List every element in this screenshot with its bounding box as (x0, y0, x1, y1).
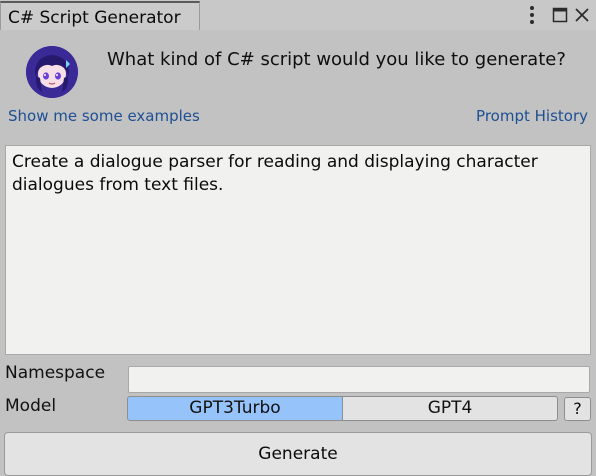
model-help-button[interactable]: ? (564, 397, 591, 421)
show-examples-link[interactable]: Show me some examples (8, 107, 200, 125)
close-icon[interactable] (574, 7, 590, 23)
model-option-gpt3turbo[interactable]: GPT3Turbo (127, 396, 343, 421)
prompt-history-link[interactable]: Prompt History (476, 107, 588, 125)
window-tab[interactable]: C# Script Generator (0, 1, 200, 30)
model-option-gpt4[interactable]: GPT4 (342, 396, 558, 421)
generator-panel: What kind of C# script would you like to… (0, 30, 596, 476)
generate-button[interactable]: Generate (4, 432, 592, 476)
anime-character-avatar-icon (26, 46, 78, 98)
kebab-menu-icon[interactable] (528, 6, 536, 24)
prompt-textarea[interactable]: Create a dialogue parser for reading and… (5, 145, 591, 355)
maximize-icon[interactable] (552, 7, 568, 23)
question-heading: What kind of C# script would you like to… (107, 49, 566, 70)
model-label: Model (5, 396, 57, 416)
window-title: C# Script Generator (8, 8, 181, 28)
window-tab-bar: C# Script Generator (0, 0, 596, 30)
namespace-input[interactable] (128, 366, 590, 393)
namespace-label: Namespace (5, 363, 106, 383)
